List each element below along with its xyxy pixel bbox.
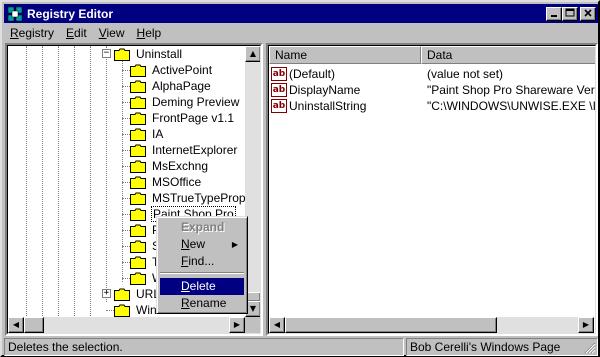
minimize-icon [551,14,557,17]
tree-item[interactable]: IA [130,126,164,142]
folder-icon [130,224,146,237]
status-bar: Deletes the selection. Bob Cerelli's Win… [4,338,598,356]
tree-item-uninstall[interactable]: Uninstall [114,46,183,62]
value-data: "Paint Shop Pro Shareware Version [427,83,595,97]
tree-item[interactable]: AlphaPage [130,78,212,94]
folder-icon [130,192,146,205]
value-row[interactable]: ab (Default) [271,66,335,82]
tree-item[interactable]: Deming Preview [130,94,240,110]
tree-item[interactable]: MsExchng [130,158,209,174]
maximize-button[interactable] [562,6,578,21]
folder-icon [130,208,146,221]
menu-separator [160,272,244,274]
folder-icon [130,144,146,157]
scroll-up-button[interactable]: ▲ [245,46,260,62]
column-header-name[interactable]: Name [269,46,421,64]
tree-item-label: MsExchng [152,159,209,173]
folder-icon [130,240,146,253]
scroll-left-button[interactable]: ◀ [8,317,24,333]
folder-icon [130,176,146,189]
menu-item-delete[interactable]: Delete [160,278,244,295]
tree-item-label: MSOffice [152,175,202,189]
left-arrow-icon: ◀ [12,320,20,329]
menu-item-rename[interactable]: Rename [160,295,244,312]
tree-item-label: Uninstall [136,47,183,61]
scroll-thumb[interactable] [24,317,44,333]
close-icon [584,8,592,17]
value-row[interactable]: ab DisplayName [271,82,360,98]
right-arrow-icon: ▶ [582,320,590,329]
menu-registry[interactable]: Registry [4,26,60,40]
folder-icon [130,128,146,141]
scroll-right-button[interactable]: ▶ [578,317,594,333]
menu-help[interactable]: Help [131,26,168,40]
folder-icon [130,96,146,109]
tree-item[interactable]: MSOffice [130,174,202,190]
tree-item[interactable]: ActivePoint [130,62,213,78]
value-data: (value not set) [427,67,504,81]
folder-icon [114,288,130,301]
tree-item-label: ActivePoint [152,63,213,77]
folder-icon [114,304,130,317]
up-arrow-icon: ▲ [249,49,257,58]
folder-icon [130,80,146,93]
value-name: DisplayName [289,83,361,97]
submenu-arrow-icon: ▶ [231,240,238,249]
tree-item-label: InternetExplorer [152,143,238,157]
menu-item-expand[interactable]: Expand [160,219,244,236]
tree-item-label: FrontPage v1.1 [152,111,235,125]
menu-bar: Registry Edit View Help [4,24,167,42]
string-value-icon: ab [271,67,287,81]
menu-edit[interactable]: Edit [60,26,93,40]
tree-item[interactable]: FrontPage v1.1 [130,110,235,126]
expand-url-toggle[interactable]: + [102,289,111,298]
collapse-uninstall-toggle[interactable]: − [102,49,111,58]
registry-editor-icon [7,6,23,21]
value-row[interactable]: ab UninstallString [271,98,366,114]
list-horizontal-scrollbar[interactable]: ◀ ▶ [269,317,594,333]
maximize-icon [565,8,575,16]
tree-horizontal-scrollbar[interactable]: ◀ ▶ [8,317,245,333]
resize-grip-icon[interactable] [584,342,596,354]
string-value-icon: ab [271,83,287,97]
menu-item-find[interactable]: Find... [160,253,244,270]
window-title: Registry Editor [27,6,114,21]
close-button[interactable] [580,6,596,21]
string-value-icon: ab [271,99,287,113]
scroll-thumb[interactable] [285,317,497,333]
scroll-right-button[interactable]: ▶ [229,317,245,333]
right-arrow-icon: ▶ [233,320,241,329]
value-name: (Default) [289,67,336,81]
value-data: "C:\WINDOWS\UNWISE.EXE \INS [427,99,596,113]
folder-icon [130,64,146,77]
folder-icon [130,112,146,125]
down-arrow-icon: ▼ [249,304,257,313]
folder-icon [130,272,146,285]
tree-item-label: Deming Preview [152,95,240,109]
registry-editor-window: Registry Editor Registry Edit View Help … [0,0,600,357]
values-list-pane[interactable]: Name Data ab (Default) (value not set) ab Di… [266,43,598,336]
open-folder-icon [114,48,130,61]
value-name: UninstallString [289,99,367,113]
tree-item[interactable]: InternetExplorer [130,142,238,158]
scroll-left-button[interactable]: ◀ [269,317,285,333]
tree-item-url[interactable]: URL [114,286,161,302]
menu-item-new[interactable]: New ▶ [160,236,244,253]
tree-item-label: AlphaPage [152,79,211,93]
menu-view[interactable]: View [93,26,131,40]
status-message: Deletes the selection. [4,338,404,356]
left-arrow-icon: ◀ [273,320,281,329]
column-header-data[interactable]: Data [421,46,595,64]
minimize-button[interactable] [546,6,562,21]
folder-icon [130,256,146,269]
context-menu: Expand New ▶ Find... Delete Rename [156,216,248,314]
folder-icon [130,160,146,173]
tree-item[interactable]: MSTrueTypePropert [130,190,260,206]
status-right-text: Bob Cerelli's Windows Page [406,338,598,356]
tree-item-label: IA [152,127,164,141]
title-bar[interactable]: Registry Editor [4,4,598,23]
